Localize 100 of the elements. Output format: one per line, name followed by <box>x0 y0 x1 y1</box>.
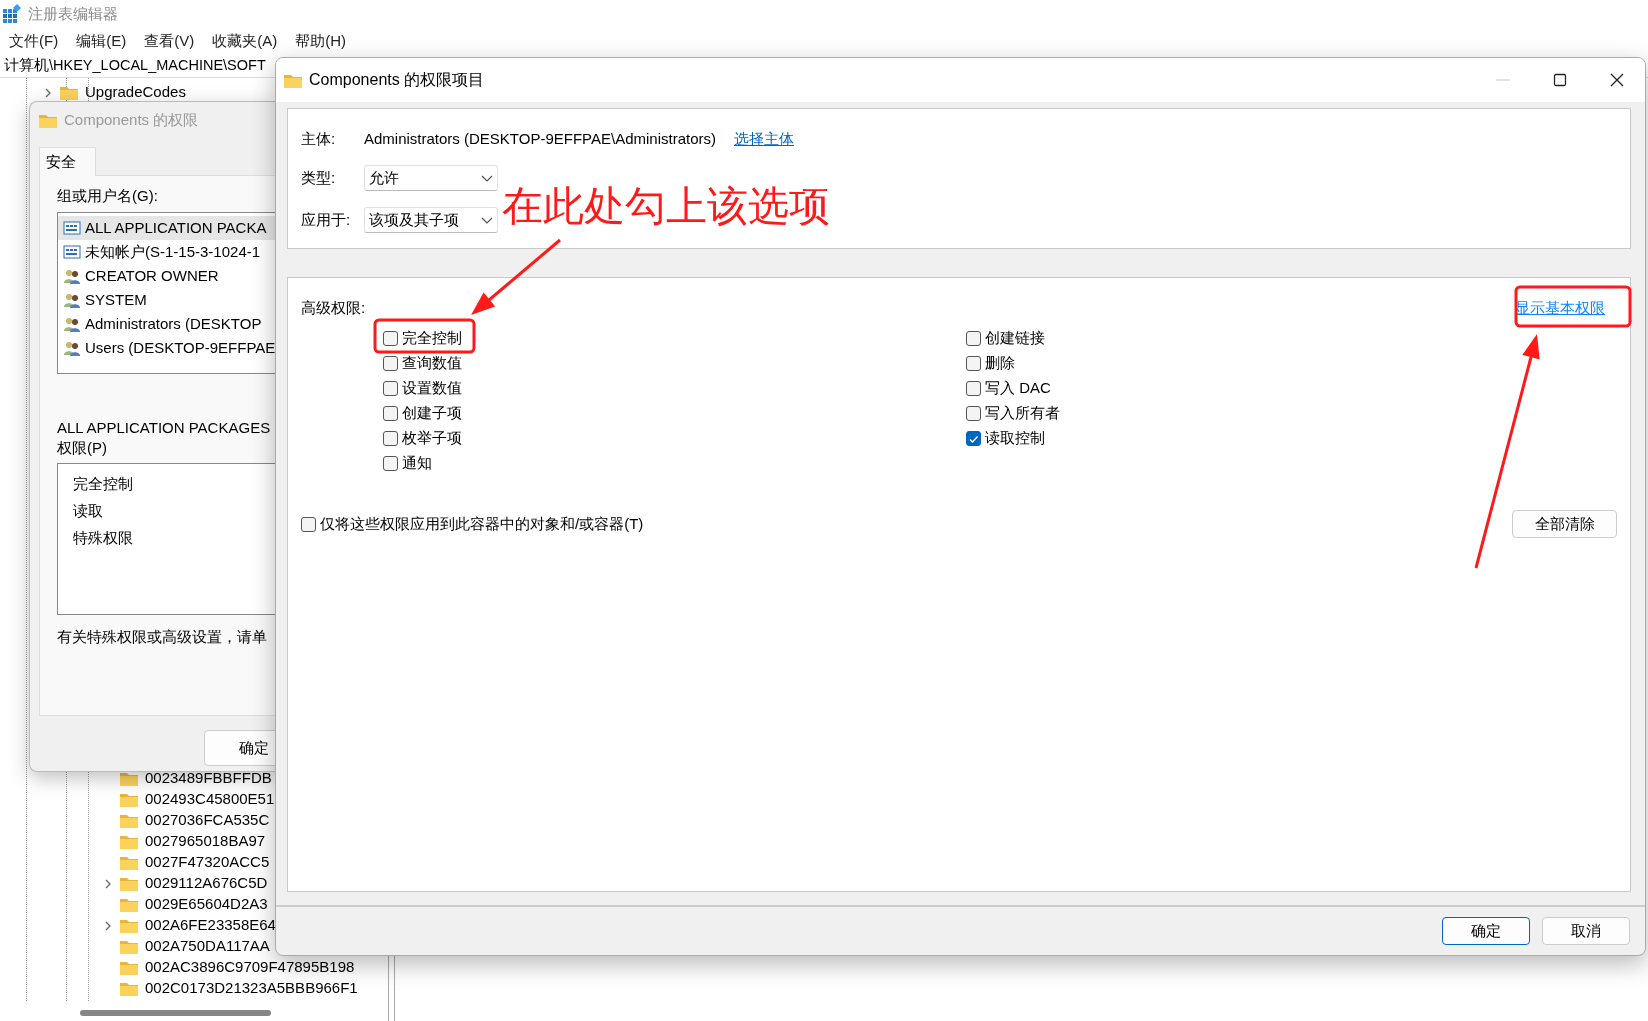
checkbox-label: 设置数值 <box>402 378 462 399</box>
ok-button[interactable]: 确定 <box>204 730 275 766</box>
folder-icon <box>284 72 302 88</box>
address-path: 计算机\HKEY_LOCAL_MACHINE\SOFT <box>4 55 266 75</box>
field-label: 主体: <box>301 128 337 149</box>
principal-name: Administrators (DESKTOP-9EFFPAE\Administrators) <box>364 128 717 149</box>
user-list-item[interactable]: SYSTEM <box>58 288 275 312</box>
users-icon <box>63 268 81 284</box>
checkbox[interactable] <box>301 516 316 532</box>
dialog-title: Components 的权限项目 <box>309 70 485 90</box>
tree-item[interactable]: 0029E65604D2A3 <box>145 893 268 916</box>
folder-icon <box>120 834 138 849</box>
user-name: Users (DESKTOP-9EFFPAE <box>85 337 275 358</box>
checkbox[interactable] <box>383 406 398 421</box>
tree-item[interactable]: 0029112A676C5D <box>145 872 268 895</box>
user-name: CREATOR OWNER <box>85 265 219 286</box>
user-list-item[interactable]: 未知帐户(S-1-15-3-1024-1 <box>58 240 275 264</box>
menu-item[interactable]: 收藏夹(A) <box>203 31 287 51</box>
checkbox[interactable] <box>966 406 981 421</box>
folder-icon <box>120 792 138 807</box>
dialog-title: Components 的权限 <box>64 109 199 130</box>
users-icon <box>63 292 81 308</box>
folder-icon <box>120 897 138 912</box>
user-list-item[interactable]: Users (DESKTOP-9EFFPAE <box>58 336 275 360</box>
window-title: 注册表编辑器 <box>28 3 118 24</box>
tree-item[interactable]: 002A750DA117AA <box>145 935 270 958</box>
folder-icon <box>120 855 138 870</box>
scrollbar[interactable] <box>80 1010 271 1016</box>
menu-item[interactable]: 文件(F) <box>0 31 68 51</box>
tab[interactable]: 安全 <box>39 147 96 176</box>
permissions-heading: ALL APPLICATION PACKAGES <box>57 418 272 438</box>
checkbox-label: 仅将这些权限应用到此容器中的对象和/或容器(T) <box>320 513 644 534</box>
folder-icon <box>120 981 138 996</box>
user-list-item[interactable]: ALL APPLICATION PACKA <box>58 216 275 240</box>
folder-icon <box>39 112 57 128</box>
user-name: Administrators (DESKTOP <box>85 313 262 334</box>
select-principal-link[interactable]: 选择主体 <box>734 127 795 151</box>
checkbox-label: 写入所有者 <box>985 403 1060 424</box>
user-name: ALL APPLICATION PACKA <box>85 217 267 238</box>
dropdown[interactable]: 允许 <box>364 165 498 191</box>
tree-item[interactable]: 0027965018BA97 <box>145 830 266 853</box>
user-name: SYSTEM <box>85 289 147 310</box>
ok-button[interactable]: 确定 <box>1442 917 1530 945</box>
checkbox[interactable] <box>966 431 981 446</box>
dropdown[interactable]: 该项及其子项 <box>364 207 498 233</box>
checkbox[interactable] <box>966 331 981 346</box>
permission-name: 特殊权限 <box>73 528 134 548</box>
checkbox-label: 通知 <box>402 453 432 474</box>
tree-item[interactable]: 002A6FE23358E64 <box>145 914 276 937</box>
folder-icon <box>120 876 138 891</box>
folder-icon <box>60 85 78 100</box>
tree-item[interactable]: 002AC3896C9709F47895B198 <box>145 956 355 979</box>
section-label: 高级权限: <box>301 297 366 318</box>
user-list-item[interactable]: Administrators (DESKTOP <box>58 312 275 336</box>
tree-item[interactable]: 002493C45800E51 <box>145 788 275 811</box>
field-label: 应用于: <box>301 209 352 230</box>
checkbox-label: 写入 DAC <box>985 378 1051 399</box>
folder-icon <box>120 960 138 975</box>
permission-name: 读取 <box>73 501 104 521</box>
user-name: 未知帐户(S-1-15-3-1024-1 <box>85 241 261 262</box>
checkbox[interactable] <box>966 381 981 396</box>
folder-icon <box>120 813 138 828</box>
tree-item[interactable]: 0027036FCA535C <box>145 809 270 832</box>
checkbox[interactable] <box>383 331 398 346</box>
user-list-item[interactable]: CREATOR OWNER <box>58 264 275 288</box>
show-basic-permissions-link[interactable]: 显示基本权限 <box>1515 296 1605 320</box>
users-icon <box>63 316 81 332</box>
group-label: 组或用户名(G): <box>57 186 159 206</box>
checkmark-icon <box>968 433 979 444</box>
cancel-button[interactable]: 取消 <box>1542 917 1630 945</box>
checkbox-label: 创建链接 <box>985 328 1045 349</box>
tree-item[interactable]: 0027F47320ACC5 <box>145 851 270 874</box>
tree-item[interactable]: UpgradeCodes <box>85 81 186 104</box>
checkbox[interactable] <box>383 456 398 471</box>
chevron-down-icon <box>481 216 493 224</box>
help-text: 有关特殊权限或高级设置，请单 <box>57 627 268 647</box>
checkbox-label: 删除 <box>985 353 1015 374</box>
checkbox-label: 完全控制 <box>402 328 462 349</box>
checkbox[interactable] <box>383 381 398 396</box>
permission-name: 完全控制 <box>73 474 134 494</box>
clear-all-button[interactable]: 全部清除 <box>1512 510 1617 538</box>
folder-icon <box>120 939 138 954</box>
annotation-overlay: 在此处勾上该选项 <box>502 182 830 230</box>
checkbox[interactable] <box>383 431 398 446</box>
folder-icon <box>120 771 138 786</box>
menu-item[interactable]: 查看(V) <box>135 31 204 51</box>
package-icon <box>63 220 81 236</box>
users-icon <box>63 340 81 356</box>
chevron-down-icon <box>481 174 493 182</box>
checkbox[interactable] <box>966 356 981 371</box>
checkbox[interactable] <box>383 356 398 371</box>
package-icon <box>63 244 81 260</box>
checkbox-label: 枚举子项 <box>402 428 462 449</box>
menu-item[interactable]: 帮助(H) <box>286 31 355 51</box>
field-label: 类型: <box>301 167 337 188</box>
menu-item[interactable]: 编辑(E) <box>67 31 136 51</box>
tree-item[interactable]: 002C0173D21323A5BBB966F1 <box>145 977 358 1000</box>
app-icon <box>2 4 22 24</box>
folder-icon <box>120 918 138 933</box>
checkbox-label: 读取控制 <box>985 428 1045 449</box>
